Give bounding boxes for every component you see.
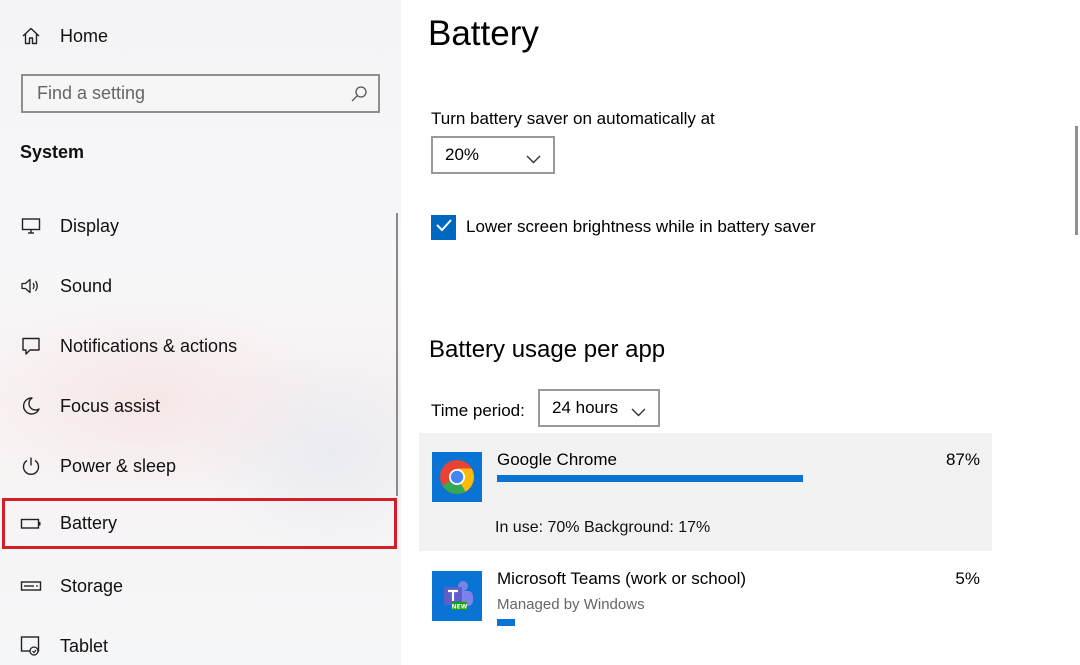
app-usage-row-chrome[interactable]: Google Chrome 87% In use: 70% Background…	[419, 433, 992, 551]
svg-text:NEW: NEW	[452, 604, 468, 611]
app-usage-percent: 87%	[945, 450, 980, 469]
search-box[interactable]	[21, 74, 380, 113]
battery-saver-threshold-value: 20%	[445, 145, 480, 164]
section-title: System	[20, 142, 85, 162]
sidebar-item-display[interactable]: Display	[0, 198, 400, 254]
checkmark-icon	[435, 218, 453, 237]
sidebar-item-label: Sound	[60, 275, 113, 296]
selected-item-highlight	[2, 498, 397, 549]
home-label: Home	[60, 25, 109, 46]
lower-brightness-label: Lower screen brightness while in battery…	[466, 217, 816, 236]
app-usage-bar	[497, 475, 803, 482]
sidebar-item-label: Focus assist	[60, 395, 161, 416]
sidebar-item-storage[interactable]: Storage	[0, 558, 400, 614]
page-title: Battery	[428, 14, 539, 53]
sidebar-item-label: Tablet	[60, 635, 109, 656]
sidebar-item-sound[interactable]: Sound	[0, 258, 400, 314]
home-nav-item[interactable]: Home	[0, 8, 400, 64]
tablet-icon	[20, 635, 42, 657]
app-managed-note: Managed by Windows	[497, 596, 645, 613]
teams-icon: NEW	[432, 571, 482, 621]
battery-saver-threshold-label: Turn battery saver on automatically at	[431, 109, 715, 128]
app-usage-bar	[497, 619, 515, 626]
app-name: Microsoft Teams (work or school)	[497, 569, 747, 588]
sidebar-item-power-sleep[interactable]: Power & sleep	[0, 438, 400, 494]
app-usage-detail: In use: 70% Background: 17%	[495, 519, 711, 536]
app-usage-row-teams[interactable]: NEW Microsoft Teams (work or school) 5% …	[419, 551, 992, 641]
home-icon	[20, 25, 42, 47]
sidebar-item-label: Storage	[60, 575, 124, 596]
speaker-icon	[20, 275, 42, 297]
search-icon[interactable]	[350, 85, 368, 103]
time-period-value: 24 hours	[552, 398, 619, 417]
power-icon	[20, 455, 42, 477]
battery-usage-heading: Battery usage per app	[429, 336, 666, 363]
chrome-icon	[432, 452, 482, 502]
sidebar-item-tablet[interactable]: Tablet	[0, 618, 400, 665]
settings-sidebar: Home System Display Sound Notifications …	[0, 0, 401, 665]
moon-icon	[20, 395, 42, 417]
storage-icon	[20, 575, 42, 597]
time-period-label: Time period:	[431, 401, 525, 420]
battery-saver-threshold-dropdown[interactable]: 20%	[431, 136, 555, 174]
chevron-down-icon	[526, 149, 541, 164]
chevron-down-icon	[631, 402, 646, 417]
app-usage-percent: 5%	[955, 569, 980, 588]
sidebar-item-label: Power & sleep	[60, 455, 177, 476]
sidebar-item-label: Display	[60, 215, 120, 236]
lower-brightness-checkbox[interactable]	[431, 215, 456, 240]
sidebar-item-focus-assist[interactable]: Focus assist	[0, 378, 400, 434]
monitor-icon	[20, 215, 42, 237]
app-name: Google Chrome	[497, 450, 618, 469]
sidebar-item-label: Notifications & actions	[60, 335, 238, 356]
main-scrollbar[interactable]	[1075, 126, 1078, 235]
search-input[interactable]	[23, 78, 323, 109]
notification-icon	[20, 335, 42, 357]
sidebar-item-notifications[interactable]: Notifications & actions	[0, 318, 400, 374]
battery-settings-pane: Battery Turn battery saver on automatica…	[401, 0, 1080, 665]
time-period-dropdown[interactable]: 24 hours	[538, 389, 660, 427]
